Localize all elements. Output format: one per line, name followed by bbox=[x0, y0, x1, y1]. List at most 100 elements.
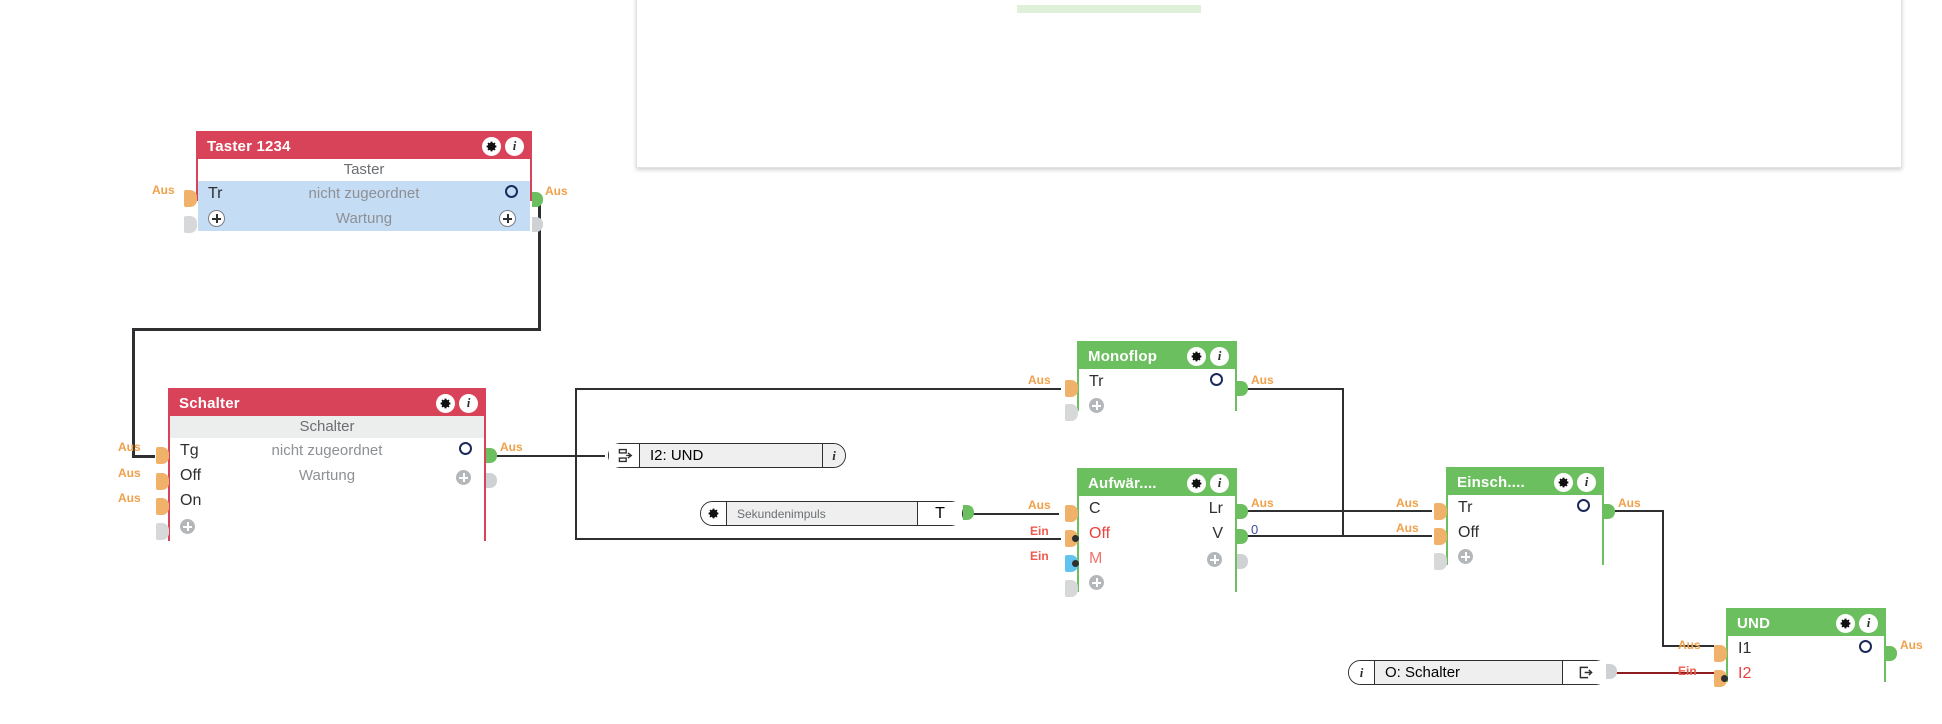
block-body-schalter: Schalter Tg nicht zugeordnet Off Wartung… bbox=[170, 416, 484, 541]
input-port-add[interactable] bbox=[1434, 553, 1447, 570]
port-row[interactable] bbox=[1448, 545, 1602, 570]
input-port-tg[interactable] bbox=[156, 447, 169, 464]
block-header-monoflop[interactable]: Monoflop i bbox=[1079, 343, 1235, 369]
output-port-o[interactable] bbox=[1886, 646, 1897, 661]
input-port-on[interactable] bbox=[156, 498, 169, 515]
port-row[interactable]: M bbox=[1079, 546, 1235, 571]
block-aufwaerts[interactable]: Aufwär.... i C Lr Off V M bbox=[1077, 468, 1237, 592]
input-port-c[interactable] bbox=[1065, 505, 1078, 522]
input-port-tr[interactable] bbox=[1434, 503, 1447, 520]
wire-oschalter-to-und-i2 bbox=[1610, 672, 1714, 674]
info-icon[interactable]: i bbox=[1210, 346, 1229, 366]
input-port-i1[interactable] bbox=[1714, 645, 1727, 662]
output-port-add[interactable] bbox=[1237, 554, 1248, 569]
block-rows-aufwaerts: C Lr Off V M bbox=[1079, 496, 1235, 596]
output-port-add[interactable] bbox=[532, 217, 543, 232]
port-row[interactable]: Off bbox=[1448, 520, 1602, 545]
gear-icon[interactable] bbox=[482, 136, 501, 156]
block-header-aufwaerts[interactable]: Aufwär.... i bbox=[1079, 470, 1235, 496]
output-port-add[interactable] bbox=[486, 473, 497, 488]
output-port-o[interactable] bbox=[1604, 504, 1615, 519]
info-icon[interactable]: i bbox=[459, 393, 478, 413]
port-row[interactable] bbox=[1079, 394, 1235, 419]
info-icon[interactable]: i bbox=[1859, 613, 1878, 633]
reference-chip-i2-und[interactable]: I2: UND i bbox=[608, 443, 846, 468]
input-port-off[interactable] bbox=[1434, 528, 1447, 545]
block-header-taster-1234[interactable]: Taster 1234 i bbox=[198, 133, 530, 159]
port-row[interactable]: On bbox=[170, 488, 484, 513]
block-header-einschalt[interactable]: Einsch.... i bbox=[1448, 469, 1602, 495]
output-label-o bbox=[1577, 495, 1590, 520]
block-und[interactable]: UND i I1 I2 bbox=[1726, 608, 1886, 682]
output-ring-icon bbox=[1859, 640, 1872, 653]
input-port-m-inverter-dot[interactable] bbox=[1072, 560, 1079, 567]
port-row[interactable]: Tr bbox=[1079, 369, 1235, 394]
input-port-label-aus: Aus bbox=[1028, 498, 1051, 512]
output-port-o[interactable] bbox=[532, 192, 543, 207]
gear-icon[interactable] bbox=[1187, 473, 1206, 493]
add-input-icon[interactable] bbox=[1458, 547, 1473, 572]
output-port-v[interactable] bbox=[1237, 529, 1248, 544]
block-header-und[interactable]: UND i bbox=[1728, 610, 1884, 636]
input-port-off[interactable] bbox=[156, 473, 169, 490]
input-port-add[interactable] bbox=[1065, 580, 1078, 597]
port-row[interactable]: Off V bbox=[1079, 521, 1235, 546]
sekundenimpuls-output-port[interactable] bbox=[963, 505, 974, 520]
block-einschaltverzoegerung[interactable]: Einsch.... i Tr Off bbox=[1446, 467, 1604, 565]
add-input-icon[interactable] bbox=[180, 517, 195, 542]
info-icon[interactable]: i bbox=[1210, 473, 1229, 493]
block-subtitle: Schalter bbox=[170, 416, 484, 438]
output-port-lr[interactable] bbox=[1237, 504, 1248, 519]
port-row[interactable]: Tr nicht zugeordnet bbox=[198, 181, 530, 206]
export-icon[interactable] bbox=[1562, 661, 1607, 684]
gear-icon[interactable] bbox=[1836, 613, 1855, 633]
port-row[interactable]: I1 bbox=[1728, 636, 1884, 661]
block-schalter[interactable]: Schalter i Schalter Tg nicht zugeordnet … bbox=[168, 388, 486, 541]
output-port-label-aus: Aus bbox=[545, 184, 568, 198]
port-row[interactable]: Off Wartung bbox=[170, 463, 484, 488]
input-port-label-aus: Aus bbox=[118, 466, 141, 480]
info-icon[interactable]: i bbox=[1577, 472, 1596, 492]
input-port-tr[interactable] bbox=[184, 190, 197, 207]
add-input-icon[interactable] bbox=[1089, 396, 1104, 421]
gear-icon[interactable] bbox=[1187, 346, 1206, 366]
empty-properties-panel bbox=[636, 0, 1902, 168]
input-port-add[interactable] bbox=[156, 523, 169, 540]
block-taster-1234[interactable]: Taster 1234 i Taster Tr nicht zugeordnet… bbox=[196, 131, 532, 231]
add-output-icon[interactable] bbox=[499, 210, 516, 235]
sekundenimpuls-chip[interactable]: Sekundenimpuls T bbox=[700, 501, 963, 526]
gear-icon[interactable] bbox=[701, 502, 727, 525]
o-schalter-output-port[interactable] bbox=[1606, 664, 1617, 679]
block-subtitle: Taster bbox=[198, 159, 530, 181]
logic-editor-canvas[interactable]: Taster 1234 i Taster Tr nicht zugeordnet… bbox=[0, 0, 1942, 724]
input-port-add[interactable] bbox=[184, 216, 197, 233]
input-port-add[interactable] bbox=[1065, 404, 1078, 421]
info-icon[interactable]: i bbox=[1349, 661, 1375, 684]
import-icon[interactable] bbox=[609, 444, 640, 467]
wire-einsch-out-v bbox=[1662, 510, 1664, 646]
info-icon[interactable]: i bbox=[505, 136, 524, 156]
port-row[interactable]: C Lr bbox=[1079, 496, 1235, 521]
port-row[interactable]: I2 bbox=[1728, 661, 1884, 686]
port-row[interactable]: Wartung bbox=[198, 206, 530, 231]
gear-icon[interactable] bbox=[436, 393, 455, 413]
output-port-o[interactable] bbox=[1237, 381, 1248, 396]
port-row[interactable] bbox=[170, 513, 484, 538]
add-input-icon[interactable] bbox=[1089, 573, 1104, 598]
reference-chip-o-schalter[interactable]: i O: Schalter bbox=[1348, 660, 1608, 685]
input-port-tr[interactable] bbox=[1065, 380, 1078, 397]
input-port-i2-inverter-dot[interactable] bbox=[1721, 675, 1728, 682]
input-port-off-inverter-dot[interactable] bbox=[1072, 535, 1079, 542]
wire-bus-bottom-h bbox=[575, 538, 1061, 540]
sekundenimpuls-output-t[interactable]: T bbox=[917, 502, 962, 525]
block-header-schalter[interactable]: Schalter i bbox=[170, 390, 484, 416]
block-monoflop[interactable]: Monoflop i Tr bbox=[1077, 341, 1237, 413]
block-body-monoflop: Tr bbox=[1079, 369, 1235, 413]
input-label: Off bbox=[1458, 524, 1480, 541]
output-port-o[interactable] bbox=[486, 448, 497, 463]
info-icon[interactable]: i bbox=[822, 444, 845, 467]
port-row[interactable] bbox=[1079, 571, 1235, 596]
gear-icon[interactable] bbox=[1554, 472, 1573, 492]
port-row[interactable]: Tr bbox=[1448, 495, 1602, 520]
port-row[interactable]: Tg nicht zugeordnet bbox=[170, 438, 484, 463]
